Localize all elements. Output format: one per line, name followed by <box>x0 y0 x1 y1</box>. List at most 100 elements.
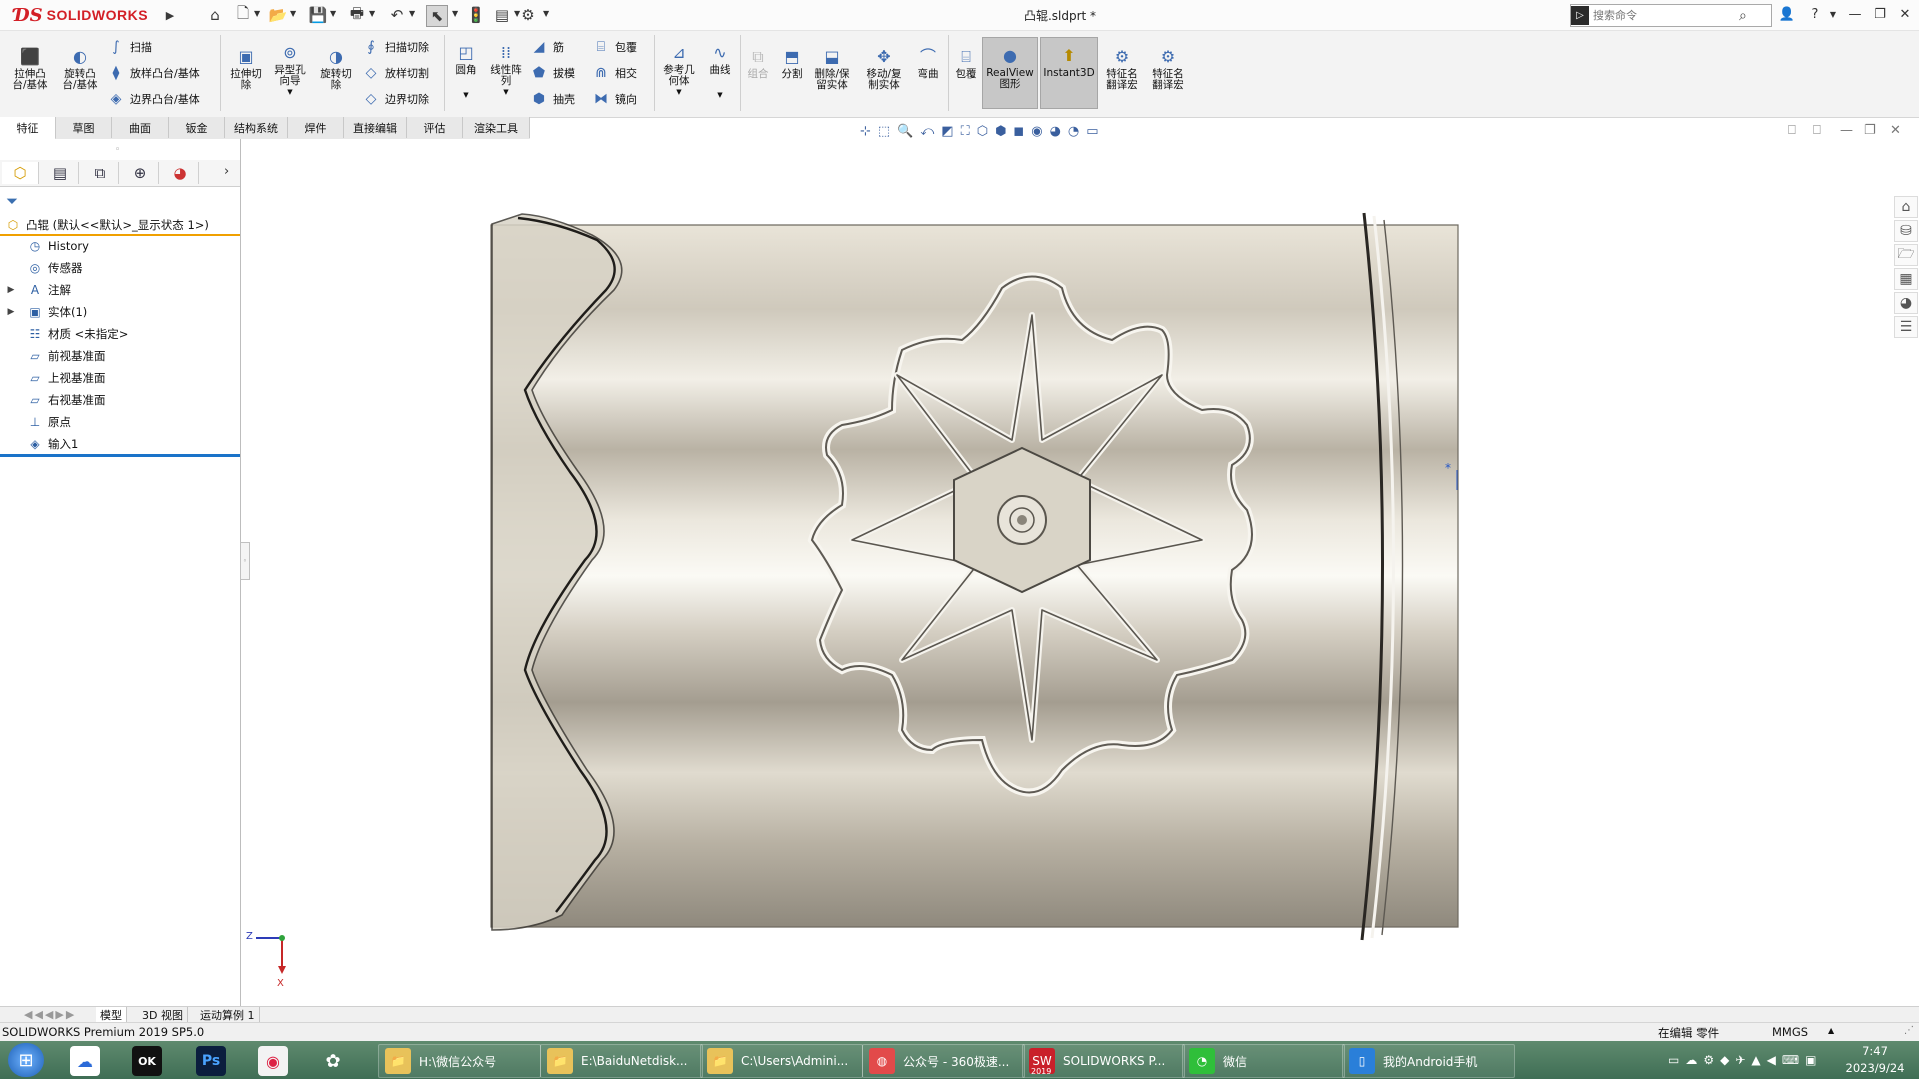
taskbar-app-0[interactable]: 📁 H:\微信公众号 <box>378 1044 541 1078</box>
tab-evaluate[interactable]: 评估 <box>407 117 463 138</box>
viewport-restore-icon[interactable]: ❐ <box>1864 123 1876 138</box>
curves-button[interactable]: ∿ 曲线 ▼ <box>702 41 738 101</box>
fillet-button[interactable]: ◰ 圆角 ▼ <box>448 41 484 101</box>
home-icon[interactable]: ⌂ <box>205 5 225 25</box>
panel-grip-icon[interactable]: ◦ <box>115 145 120 155</box>
configuration-manager-tab-icon[interactable]: ⧉ <box>82 162 119 184</box>
tree-item[interactable]: ▱ 右视基准面 <box>0 390 240 410</box>
mirror-button[interactable]: ⧓ 镜向 <box>592 89 637 109</box>
taskbar-app-2[interactable]: 📁 C:\Users\Admini... <box>700 1044 863 1078</box>
tree-item[interactable]: ⊥ 原点 <box>0 412 240 432</box>
undo-icon[interactable]: ↶ <box>387 5 407 25</box>
boundary-boss-button[interactable]: ◈ 边界凸台/基体 <box>107 89 200 109</box>
taskbar-app-1[interactable]: 📁 E:\BaiduNetdisk... <box>540 1044 703 1078</box>
tab-3d-views[interactable]: 3D 视图 <box>138 1007 188 1022</box>
hide-show-icon[interactable]: ◉ <box>1031 124 1042 139</box>
taskbar-app-4[interactable]: SW SOLIDWORKS P... 2019 <box>1022 1044 1185 1078</box>
tree-item[interactable]: ▱ 前视基准面 <box>0 346 240 366</box>
hole-wizard-dropdown-icon[interactable]: ▼ <box>287 87 292 98</box>
reference-geometry-dropdown-icon[interactable]: ▼ <box>676 87 681 98</box>
tab-scroll-arrows[interactable]: ◀◀◀▶▶ <box>20 1007 99 1022</box>
reference-geometry-button[interactable]: ⊿ 参考几 何体 ▼ <box>658 41 700 98</box>
ok-app-icon[interactable]: OK <box>132 1046 162 1076</box>
restore-icon[interactable]: ❐ <box>1869 4 1891 24</box>
view-orientation-icon[interactable]: ⬢ <box>995 124 1006 139</box>
open-dropdown-icon[interactable]: ▼ <box>290 9 296 18</box>
options-dropdown-icon[interactable]: ▼ <box>543 9 549 18</box>
expand-arrow-icon[interactable]: ▶ <box>4 285 18 295</box>
select-icon[interactable]: ⬉ <box>426 5 448 27</box>
macro-button-1[interactable]: ⚙ 特征名 翻译宏 <box>1100 45 1144 91</box>
clock-time[interactable]: 7:47 <box>1840 1044 1910 1058</box>
curves-dropdown-icon[interactable]: ▼ <box>717 90 722 101</box>
edit-appearance-icon[interactable]: ◕ <box>1050 124 1061 139</box>
viewport-close-icon[interactable]: ✕ <box>1890 123 1901 138</box>
tab-sheet-metal[interactable]: 钣金 <box>169 117 225 138</box>
display-style-icon[interactable]: ◼ <box>1013 124 1024 139</box>
wrap-small-button[interactable]: ⌸ 包覆 <box>592 37 637 57</box>
paint-app-icon[interactable]: ✿ <box>318 1046 348 1076</box>
rebuild-icon[interactable]: 🚦 <box>466 5 486 25</box>
user-icon[interactable]: 👤 <box>1776 4 1798 24</box>
expand-menu-icon[interactable]: ▶ <box>160 5 180 25</box>
panel-collapse-handle[interactable]: ◦ <box>240 542 250 580</box>
undo-dropdown-icon[interactable]: ▼ <box>409 9 415 18</box>
units-system[interactable]: MMGS <box>1772 1025 1808 1039</box>
tree-item[interactable]: ☷ 材质 <未指定> <box>0 324 240 344</box>
zoom-icon[interactable]: 🔍 <box>897 124 913 139</box>
hole-wizard-button[interactable]: ⊚ 异型孔 向导 ▼ <box>268 41 312 98</box>
graphics-area[interactable]: * Z X <box>242 140 1919 1006</box>
rib-button[interactable]: ◢ 筋 <box>530 37 564 57</box>
3d-view-icon[interactable]: ⬡ <box>977 124 988 139</box>
previous-view-icon[interactable]: ⤺ <box>920 124 934 139</box>
print-icon[interactable]: 🖶 <box>347 4 367 25</box>
viewport-restore-left-icon[interactable]: ⎕ <box>1788 123 1796 138</box>
expand-arrow-icon[interactable]: ▶ <box>4 307 18 317</box>
extrude-cut-button[interactable]: ▣ 拉伸切 除 <box>224 45 268 91</box>
tab-model[interactable]: 模型 <box>96 1007 127 1022</box>
design-library-icon[interactable]: ⛁ <box>1894 220 1918 242</box>
units-dropdown-icon[interactable]: ▲ <box>1828 1026 1834 1035</box>
boundary-cut-button[interactable]: ◇ 边界切除 <box>362 89 429 109</box>
flex-button[interactable]: ⌒ 弯曲 <box>912 45 944 80</box>
property-manager-tab-icon[interactable]: ▤ <box>42 162 79 184</box>
tab-render-tools[interactable]: 渲染工具 <box>463 117 530 138</box>
combine-button[interactable]: ⧉ 组合 <box>742 45 774 80</box>
custom-properties-icon[interactable]: ☰ <box>1894 316 1918 338</box>
move-copy-body-button[interactable]: ✥ 移动/复 制实体 <box>862 45 906 91</box>
instant3d-button[interactable]: ⬆ Instant3D <box>1040 37 1098 109</box>
delete-body-button[interactable]: ⬓ 删除/保 留实体 <box>810 45 854 91</box>
dimxpert-tab-icon[interactable]: ⊕ <box>122 162 159 184</box>
photoshop-icon[interactable]: Ps <box>196 1046 226 1076</box>
zoom-to-area-icon[interactable]: ⬚ <box>878 124 890 139</box>
new-document-icon[interactable]: 🗋 <box>233 4 253 25</box>
tab-sketch[interactable]: 草图 <box>56 117 112 138</box>
viewport-restore-right-icon[interactable]: ⎕ <box>1813 123 1821 138</box>
shell-button[interactable]: ⬢ 抽壳 <box>530 89 575 109</box>
intersect-button[interactable]: ⋒ 相交 <box>592 63 637 83</box>
minimize-icon[interactable]: — <box>1844 4 1866 24</box>
appearances-icon[interactable]: ◕ <box>1894 292 1918 314</box>
apply-scene-icon[interactable]: ◔ <box>1068 124 1079 139</box>
tab-features[interactable]: 特征 <box>0 117 56 140</box>
tree-item[interactable]: ◎ 传感器 <box>0 258 240 278</box>
loft-boss-button[interactable]: ⧫ 放样凸台/基体 <box>107 63 200 83</box>
linear-pattern-button[interactable]: ⁞⁞ 线性阵 列 ▼ <box>486 41 526 98</box>
view-settings-icon[interactable]: ▭ <box>1086 124 1098 139</box>
zoom-to-fit-icon[interactable]: ⊹ <box>860 124 871 139</box>
fillet-dropdown-icon[interactable]: ▼ <box>463 90 468 101</box>
tab-weldments[interactable]: 焊件 <box>288 117 344 138</box>
tab-motion-study[interactable]: 运动算例 1 <box>196 1007 260 1022</box>
extrude-boss-button[interactable]: ⬛ 拉伸凸 台/基体 <box>8 45 52 91</box>
tree-root[interactable]: ⬡ 凸辊 (默认<<默认>_显示状态 1>) <box>0 216 240 236</box>
taskbar-app-6[interactable]: ▯ 我的Android手机 <box>1342 1044 1515 1078</box>
dynamic-annotation-icon[interactable]: ⛶ <box>961 124 970 139</box>
media-app-icon[interactable]: ◉ <box>258 1046 288 1076</box>
macro-button-2[interactable]: ⚙ 特征名 翻译宏 <box>1146 45 1190 91</box>
select-dropdown-icon[interactable]: ▼ <box>452 9 458 18</box>
taskbar-app-3[interactable]: ◍ 公众号 - 360极速... <box>862 1044 1025 1078</box>
tab-structure-system[interactable]: 结构系统 <box>225 117 288 138</box>
view-palette-icon[interactable]: ▦ <box>1894 268 1918 290</box>
solidworks-resources-icon[interactable]: ⌂ <box>1894 196 1918 218</box>
tree-item[interactable]: ▶ A 注解 <box>0 280 240 300</box>
